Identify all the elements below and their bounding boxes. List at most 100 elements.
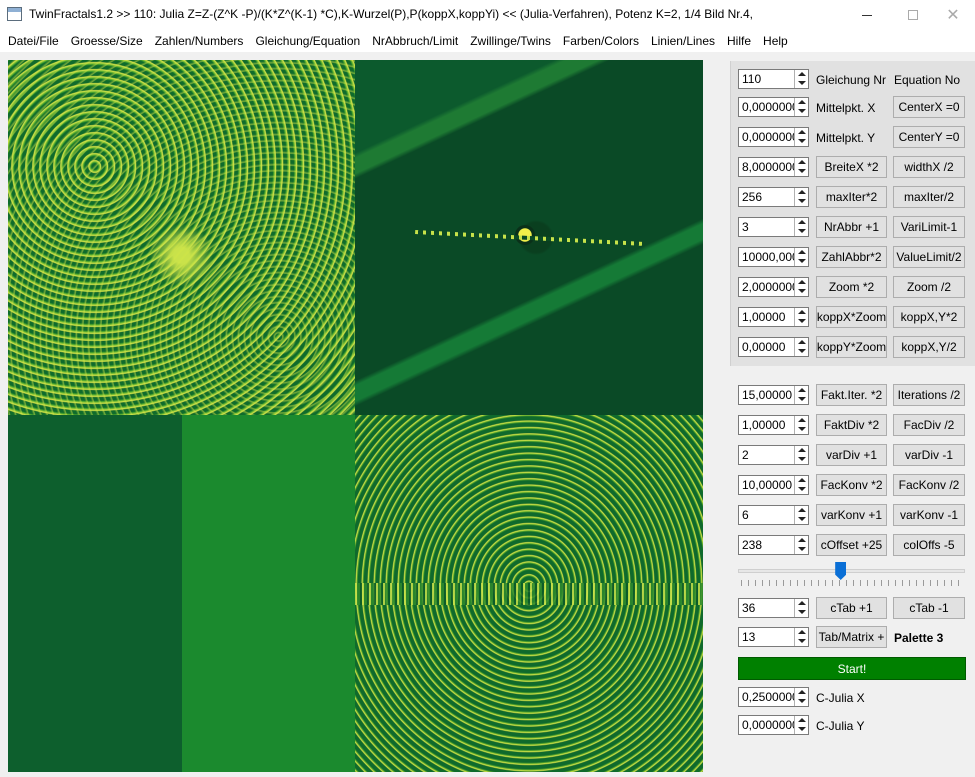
spin-down-icon[interactable] (798, 289, 806, 293)
spin-up-icon[interactable] (798, 310, 806, 314)
spin-up-icon[interactable] (798, 418, 806, 422)
nr-abbr-increment-button[interactable]: NrAbbr +1 (816, 216, 887, 238)
zoom-half-button[interactable]: Zoom /2 (893, 276, 965, 298)
menu-zwillinge-twins[interactable]: Zwillinge/Twins (464, 30, 557, 52)
kopp-y-spinbox[interactable]: 0,00000 (738, 337, 809, 357)
spin-up-icon[interactable] (798, 250, 806, 254)
spin-down-icon[interactable] (798, 139, 806, 143)
spin-up-icon[interactable] (798, 100, 806, 104)
equation-number-spinbox[interactable]: 110 (738, 69, 809, 89)
ctab-spinbox[interactable]: 36 (738, 598, 809, 618)
julia-y-spinbox[interactable]: 0,0000000 (738, 715, 809, 735)
fakt-div-double-button[interactable]: FaktDiv *2 (816, 414, 887, 436)
max-iter-double-button[interactable]: maxIter*2 (816, 186, 887, 208)
kopp-xy-half-button[interactable]: koppX,Y/2 (893, 336, 965, 358)
fakt-div-spinbox[interactable]: 1,00000 (738, 415, 809, 435)
spin-down-icon[interactable] (798, 610, 806, 614)
spin-up-icon[interactable] (798, 388, 806, 392)
start-button[interactable]: Start! (738, 657, 966, 680)
zahl-abbr-spinbox[interactable]: 10000,000 (738, 247, 809, 267)
spin-down-icon[interactable] (798, 169, 806, 173)
tab-matrix-button[interactable]: Tab/Matrix + (816, 626, 887, 648)
menu-linien-lines[interactable]: Linien/Lines (645, 30, 721, 52)
spin-up-icon[interactable] (798, 130, 806, 134)
fakt-iter-double-button[interactable]: Fakt.Iter. *2 (816, 384, 887, 406)
matrix-spinbox[interactable]: 13 (738, 627, 809, 647)
kopp-x-zoom-button[interactable]: koppX*Zoom (816, 306, 887, 328)
value-limit-half-button[interactable]: ValueLimit/2 (893, 246, 965, 268)
color-slider-thumb[interactable] (835, 562, 847, 580)
max-iter-spinbox[interactable]: 256 (738, 187, 809, 207)
spin-up-icon[interactable] (798, 190, 806, 194)
var-div-spinbox[interactable]: 2 (738, 445, 809, 465)
spin-down-icon[interactable] (798, 639, 806, 643)
menu-datei-file[interactable]: Datei/File (2, 30, 65, 52)
spin-up-icon[interactable] (798, 508, 806, 512)
fakt-iter-spinbox[interactable]: 15,00000 (738, 385, 809, 405)
spin-down-icon[interactable] (798, 457, 806, 461)
spin-up-icon[interactable] (798, 160, 806, 164)
color-offset-spinbox[interactable]: 238 (738, 535, 809, 555)
spin-down-icon[interactable] (798, 487, 806, 491)
var-konv-increment-button[interactable]: varKonv +1 (816, 504, 887, 526)
spin-down-icon[interactable] (798, 199, 806, 203)
fac-konv-spinbox[interactable]: 10,00000 (738, 475, 809, 495)
spin-up-icon[interactable] (798, 718, 806, 722)
kopp-x-spinbox[interactable]: 1,00000 (738, 307, 809, 327)
color-slider-track[interactable] (738, 569, 965, 573)
center-x-spinbox[interactable]: 0,0000000 (738, 97, 809, 117)
center-y-zero-button[interactable]: CenterY =0 (893, 126, 965, 148)
fac-konv-double-button[interactable]: FacKonv *2 (816, 474, 887, 496)
nr-abbr-spinbox[interactable]: 3 (738, 217, 809, 237)
spin-down-icon[interactable] (798, 547, 806, 551)
menu-farben-colors[interactable]: Farben/Colors (557, 30, 645, 52)
var-div-decrement-button[interactable]: varDiv -1 (893, 444, 965, 466)
spin-down-icon[interactable] (798, 229, 806, 233)
spin-up-icon[interactable] (798, 478, 806, 482)
close-button[interactable]: ✕ (930, 0, 975, 30)
color-offset-increment-button[interactable]: cOffset +25 (816, 534, 887, 556)
zahl-abbr-double-button[interactable]: ZahlAbbr*2 (816, 246, 887, 268)
zoom-spinbox[interactable]: 2,0000000 (738, 277, 809, 297)
menu-hilfe[interactable]: Hilfe (721, 30, 757, 52)
ctab-decrement-button[interactable]: cTab -1 (893, 597, 965, 619)
spin-down-icon[interactable] (798, 349, 806, 353)
var-konv-decrement-button[interactable]: varKonv -1 (893, 504, 965, 526)
menu-groesse-size[interactable]: Groesse/Size (65, 30, 149, 52)
var-konv-spinbox[interactable]: 6 (738, 505, 809, 525)
minimize-button[interactable] (844, 0, 890, 30)
spin-up-icon[interactable] (798, 538, 806, 542)
spin-down-icon[interactable] (798, 397, 806, 401)
width-x-spinbox[interactable]: 8,0000000 (738, 157, 809, 177)
spin-up-icon[interactable] (798, 448, 806, 452)
spin-down-icon[interactable] (798, 727, 806, 731)
spin-up-icon[interactable] (798, 220, 806, 224)
zoom-double-button[interactable]: Zoom *2 (816, 276, 887, 298)
spin-up-icon[interactable] (798, 601, 806, 605)
spin-down-icon[interactable] (798, 427, 806, 431)
center-x-zero-button[interactable]: CenterX =0 (893, 96, 965, 118)
spin-up-icon[interactable] (798, 280, 806, 284)
spin-up-icon[interactable] (798, 630, 806, 634)
ctab-increment-button[interactable]: cTab +1 (816, 597, 887, 619)
kopp-y-zoom-button[interactable]: koppY*Zoom (816, 336, 887, 358)
spin-up-icon[interactable] (798, 340, 806, 344)
iterations-half-button[interactable]: Iterations /2 (893, 384, 965, 406)
kopp-xy-double-button[interactable]: koppX,Y*2 (893, 306, 965, 328)
spin-up-icon[interactable] (798, 72, 806, 76)
color-offset-decrement-button[interactable]: colOffs -5 (893, 534, 965, 556)
menu-zahlen-numbers[interactable]: Zahlen/Numbers (149, 30, 250, 52)
max-iter-half-button[interactable]: maxIter/2 (893, 186, 965, 208)
fractal-canvas[interactable] (8, 60, 703, 772)
spin-down-icon[interactable] (798, 699, 806, 703)
fac-div-half-button[interactable]: FacDiv /2 (893, 414, 965, 436)
julia-x-spinbox[interactable]: 0,2500000 (738, 687, 809, 707)
width-x-double-button[interactable]: BreiteX *2 (816, 156, 887, 178)
spin-down-icon[interactable] (798, 259, 806, 263)
var-div-increment-button[interactable]: varDiv +1 (816, 444, 887, 466)
fac-konv-half-button[interactable]: FacKonv /2 (893, 474, 965, 496)
spin-down-icon[interactable] (798, 109, 806, 113)
menu-help[interactable]: Help (757, 30, 794, 52)
center-y-spinbox[interactable]: 0,0000000 (738, 127, 809, 147)
vari-limit-decrement-button[interactable]: VariLimit-1 (893, 216, 965, 238)
